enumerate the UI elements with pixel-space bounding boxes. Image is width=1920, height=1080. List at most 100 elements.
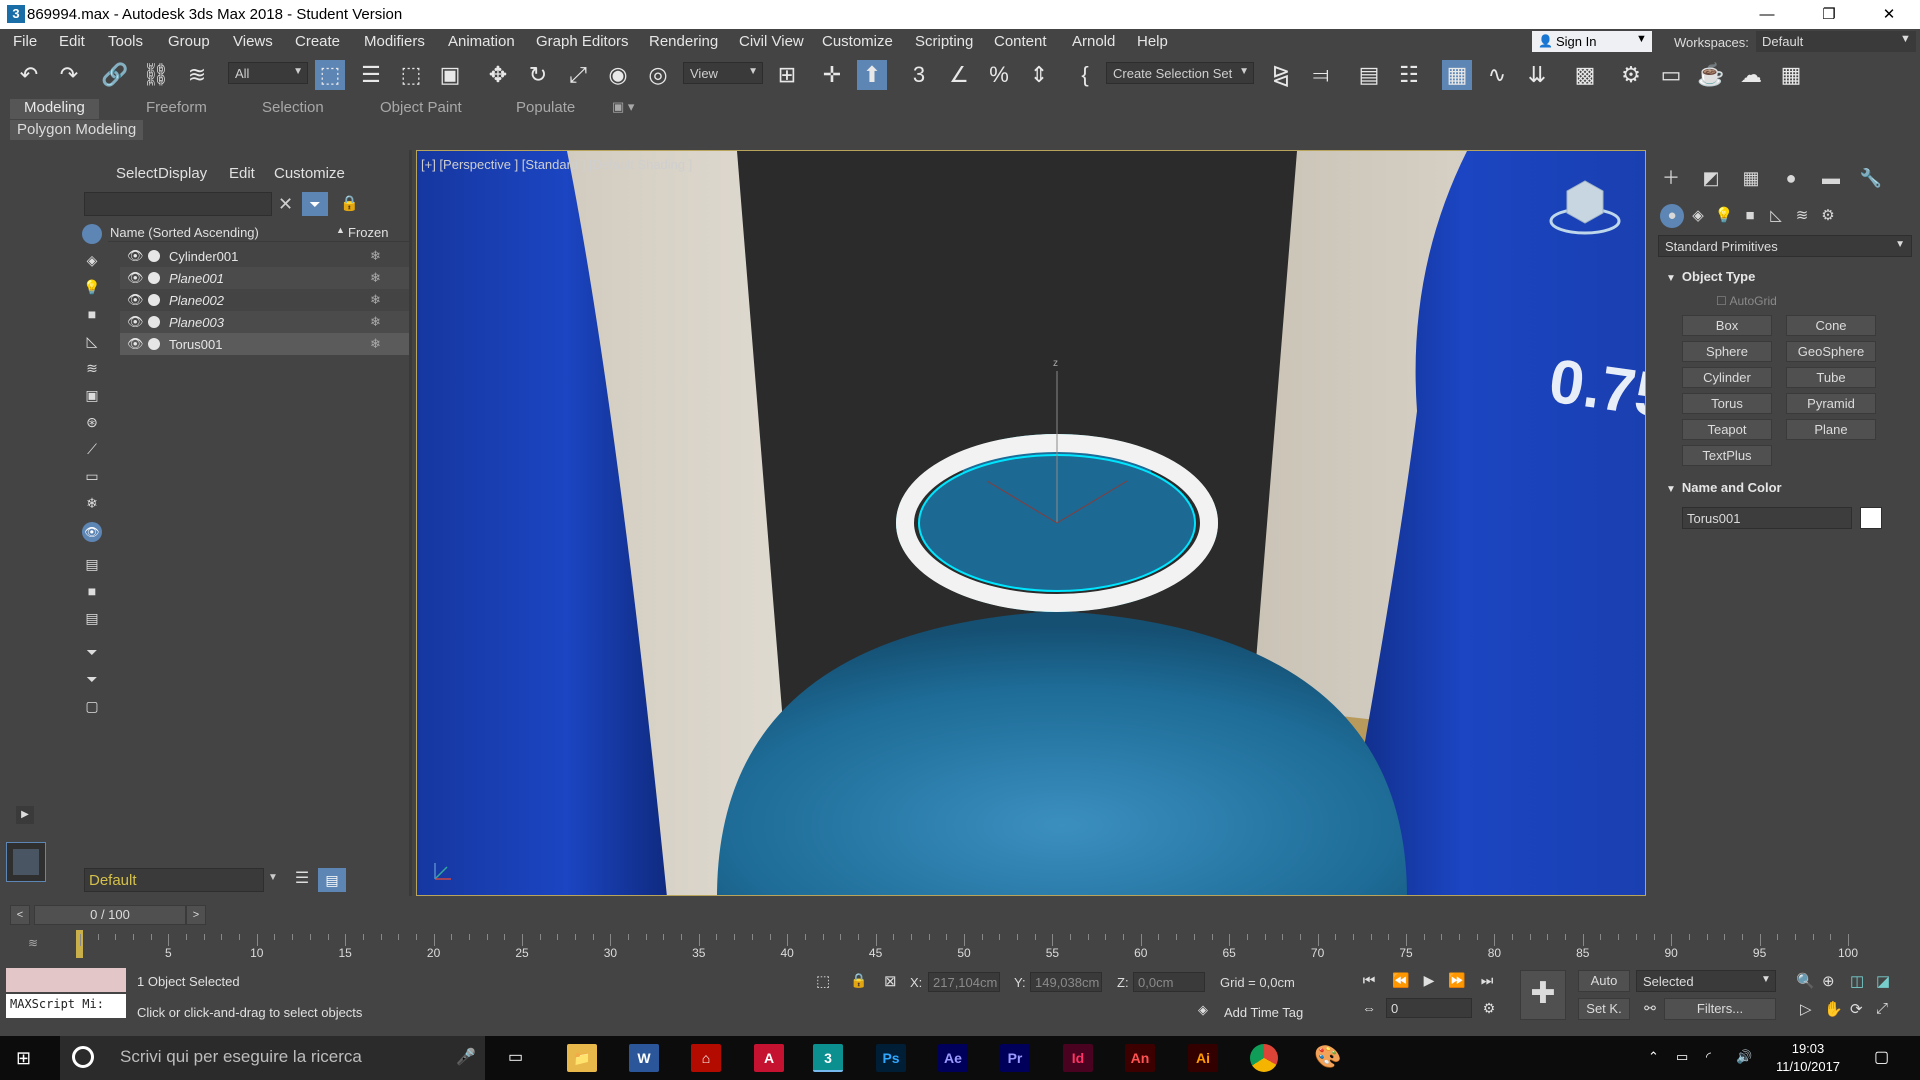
battery-icon[interactable]: ▭ <box>1676 1049 1688 1065</box>
set-key-button[interactable]: Set K. <box>1578 998 1630 1020</box>
render-in-cloud-icon[interactable]: ☁ <box>1736 60 1766 90</box>
filter-icon[interactable]: ⏷ <box>302 192 328 216</box>
undo-icon[interactable]: ↶ <box>14 60 44 90</box>
teapot-button[interactable]: Teapot <box>1682 419 1772 440</box>
pivot-center-icon[interactable]: ⊞ <box>772 60 802 90</box>
utilities-tab-icon[interactable]: 🔧 <box>1858 166 1884 190</box>
set-key-big-icon[interactable]: ✚ <box>1520 970 1566 1020</box>
percent-snap-icon[interactable]: % <box>984 60 1014 90</box>
torus-button[interactable]: Torus <box>1682 393 1772 414</box>
mirror-icon[interactable]: ⧎ <box>1266 60 1296 90</box>
perspective-viewport[interactable]: 0.75L z [+] [Perspective ] [Standard ] [… <box>416 150 1646 896</box>
ribbon-options-icon[interactable]: ▣ ▾ <box>612 99 634 119</box>
orbit-icon[interactable]: ⟳ <box>1850 1000 1863 1018</box>
x-coordinate-field[interactable]: 217,104cm <box>928 972 1000 992</box>
cortana-icon[interactable] <box>72 1046 94 1068</box>
zoom-all-icon[interactable]: ⊕ <box>1822 972 1835 990</box>
hierarchy-mode-icon[interactable]: ▤ <box>318 868 346 892</box>
select-object-icon[interactable]: ⬚ <box>315 60 345 90</box>
polygon-modeling-panel[interactable]: Polygon Modeling <box>10 120 144 140</box>
clear-search-icon[interactable]: ✕ <box>278 194 293 215</box>
render-production-icon[interactable]: ☕ <box>1696 60 1726 90</box>
illustrator-icon[interactable]: Ai <box>1188 1044 1218 1072</box>
link-icon[interactable]: 🔗 <box>100 60 130 90</box>
field-of-view-icon[interactable]: ▷ <box>1800 1000 1812 1018</box>
autogrid-checkbox[interactable]: ☐ AutoGrid <box>1716 294 1777 308</box>
pan-view-icon[interactable]: ✋ <box>1824 1000 1843 1018</box>
display-dependents-icon[interactable]: ⏷ <box>82 671 102 691</box>
next-frame-icon[interactable]: > <box>186 905 206 925</box>
chevron-down-icon[interactable]: ▼ <box>268 872 278 883</box>
menu-group[interactable]: Group <box>168 33 210 50</box>
rotate-icon[interactable]: ↻ <box>523 60 553 90</box>
tube-button[interactable]: Tube <box>1786 367 1876 388</box>
place-icon[interactable]: ◉ <box>603 60 633 90</box>
eye-icon[interactable]: 👁 <box>127 314 144 330</box>
table-row[interactable]: 👁 Cylinder001 ❄ <box>120 245 410 267</box>
cylinder-button[interactable]: Cylinder <box>1682 367 1772 388</box>
filters-button[interactable]: Filters... <box>1664 998 1776 1020</box>
paint-icon[interactable]: 🎨 <box>1314 1044 1341 1070</box>
box-button[interactable]: Box <box>1682 315 1772 336</box>
key-filter-dropdown[interactable]: Selected ▼ <box>1636 970 1776 992</box>
indesign-icon[interactable]: Id <box>1063 1044 1093 1072</box>
curve-editor-mini-icon[interactable]: ≋ <box>28 936 38 950</box>
key-mode-icon[interactable]: ⇔ <box>1358 1000 1380 1020</box>
snowflake-icon[interactable]: ❄ <box>370 270 381 286</box>
display-bones-icon[interactable]: ⟋ <box>82 441 102 461</box>
premiere-icon[interactable]: Pr <box>1000 1044 1030 1072</box>
viewport-label[interactable]: [+] [Perspective ] [Standard ] [Default … <box>421 157 692 172</box>
selection-filter-dropdown[interactable]: All ▼ <box>228 62 308 84</box>
go-to-start-icon[interactable]: ⏮ <box>1358 972 1380 992</box>
explorer-menu-edit[interactable]: Edit <box>229 165 255 182</box>
display-containers-icon[interactable]: ▭ <box>82 468 102 488</box>
display-selection-icon[interactable]: ▢ <box>82 698 102 718</box>
table-row[interactable]: 👁 Plane002 ❄ <box>120 289 410 311</box>
shapes-category-icon[interactable]: ◈ <box>1686 204 1710 228</box>
scale-icon[interactable]: ⤢ <box>563 60 593 90</box>
place-rotate-icon[interactable]: ◎ <box>643 60 673 90</box>
reference-coordinate-dropdown[interactable]: View ▼ <box>683 62 763 84</box>
column-frozen[interactable]: Frozen <box>348 225 388 240</box>
primitive-category-dropdown[interactable]: Standard Primitives ▼ <box>1658 235 1912 257</box>
display-hidden-icon[interactable]: 👁 <box>82 522 102 542</box>
move-icon[interactable]: ✥ <box>483 60 513 90</box>
sign-in-dropdown[interactable]: 👤 Sign In ▼ <box>1532 31 1652 52</box>
motion-tab-icon[interactable]: ● <box>1778 166 1804 190</box>
scene-explorer-icon[interactable]: ▤ <box>1354 60 1384 90</box>
layer-dropdown[interactable]: Default <box>84 868 264 892</box>
render-setup-icon[interactable]: ⚙ <box>1616 60 1646 90</box>
auto-key-button[interactable]: Auto <box>1578 970 1630 992</box>
layer-explorer-mode-icon[interactable]: ☰ <box>290 868 314 892</box>
microphone-icon[interactable]: 🎤 <box>456 1047 476 1067</box>
key-mode-toggle-icon[interactable]: ⚯ <box>1640 1000 1660 1020</box>
menu-graph-editors[interactable]: Graph Editors <box>536 33 629 50</box>
previous-key-icon[interactable]: ⏪ <box>1390 972 1412 992</box>
z-coordinate-field[interactable]: 0,0cm <box>1133 972 1205 992</box>
render-shortcuts-icon[interactable]: ▦ <box>1776 60 1806 90</box>
maximize-viewport-icon[interactable]: ⤢ <box>1876 1000 1888 1017</box>
snaps-toggle-icon[interactable]: 3 <box>904 60 934 90</box>
layer-explorer-icon[interactable]: ☷ <box>1394 60 1424 90</box>
select-manipulate-icon[interactable]: ✛ <box>817 60 847 90</box>
app-icon[interactable]: 3 <box>7 5 25 23</box>
display-invert-icon[interactable]: ▤ <box>82 610 102 630</box>
snowflake-icon[interactable]: ❄ <box>370 336 381 352</box>
column-name[interactable]: Name (Sorted Ascending) <box>110 225 259 240</box>
render-dot-icon[interactable] <box>148 338 160 350</box>
name-and-color-rollout[interactable]: ▼ Name and Color <box>1658 476 1912 500</box>
menu-content[interactable]: Content <box>994 33 1047 50</box>
display-xrefs-icon[interactable]: ⊛ <box>82 414 102 434</box>
angle-snap-icon[interactable]: ∠ <box>944 60 974 90</box>
lights-category-icon[interactable]: 💡 <box>1712 204 1736 228</box>
redo-icon[interactable]: ↷ <box>54 60 84 90</box>
window-crossing-icon[interactable]: ▣ <box>435 60 465 90</box>
cone-button[interactable]: Cone <box>1786 315 1876 336</box>
pyramid-button[interactable]: Pyramid <box>1786 393 1876 414</box>
time-tag-icon[interactable]: ◈ <box>1192 1002 1214 1022</box>
curve-editor-icon[interactable]: ∿ <box>1482 60 1512 90</box>
tab-modeling[interactable]: Modeling <box>10 99 99 119</box>
table-row[interactable]: 👁 Plane003 ❄ <box>120 311 410 333</box>
explorer-menu-display[interactable]: Display <box>158 165 207 182</box>
render-dot-icon[interactable] <box>148 294 160 306</box>
